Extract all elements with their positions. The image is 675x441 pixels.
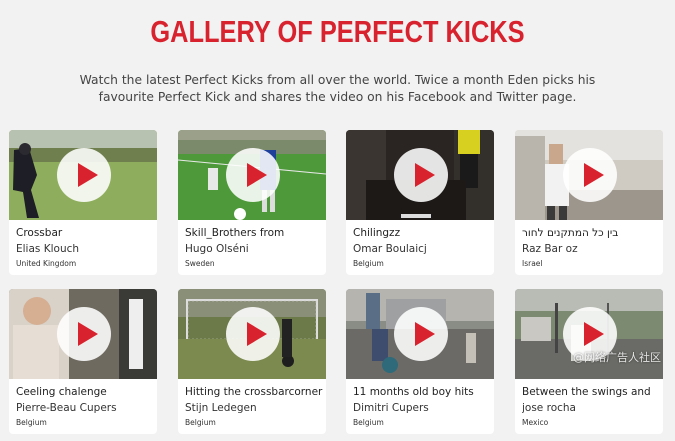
- intro-text: Watch the latest Perfect Kicks from all …: [79, 73, 596, 104]
- video-title[interactable]: Skill_Brothers from: [185, 226, 323, 240]
- play-button[interactable]: [57, 148, 111, 202]
- play-button[interactable]: [226, 307, 280, 361]
- uploader-country: United Kingdom: [16, 259, 77, 268]
- uploader-country: Belgium: [185, 418, 216, 427]
- video-thumbnail[interactable]: [178, 130, 326, 220]
- play-button[interactable]: [57, 307, 111, 361]
- uploader-name: Raz Bar oz: [522, 243, 578, 255]
- play-button[interactable]: [394, 148, 448, 202]
- video-thumbnail[interactable]: [346, 130, 494, 220]
- uploader-country: Mexico: [522, 418, 549, 427]
- play-button[interactable]: [563, 148, 617, 202]
- uploader-name: jose rocha: [522, 402, 576, 414]
- video-title[interactable]: Ceeling chalenge: [16, 385, 154, 399]
- video-card[interactable]: Crossbar Elias Klouch United Kingdom: [9, 130, 157, 275]
- video-thumbnail[interactable]: [9, 289, 157, 379]
- uploader-name: Pierre-Beau Cupers: [16, 402, 117, 414]
- uploader-country: Sweden: [185, 259, 215, 268]
- video-thumbnail[interactable]: [515, 130, 663, 220]
- video-title[interactable]: Crossbar: [16, 226, 154, 240]
- uploader-name: Elias Klouch: [16, 243, 80, 255]
- video-card[interactable]: Ceeling chalenge Pierre-Beau Cupers Belg…: [9, 289, 157, 434]
- video-card[interactable]: Skill_Brothers from Hugo Olséni Sweden: [178, 130, 326, 275]
- video-card[interactable]: 11 months old boy hits Dimitri Cupers Be…: [346, 289, 494, 434]
- video-card[interactable]: Chilingzz Omar Boulaicj Belgium: [346, 130, 494, 275]
- uploader-name: Hugo Olséni: [185, 243, 249, 255]
- video-title[interactable]: Between the swings and: [522, 385, 660, 399]
- video-thumbnail[interactable]: [515, 289, 663, 379]
- video-thumbnail[interactable]: [346, 289, 494, 379]
- play-button[interactable]: [226, 148, 280, 202]
- video-title[interactable]: Chilingzz: [353, 226, 491, 240]
- page-title: GALLERY OF PERFECT KICKS: [150, 14, 525, 49]
- uploader-name: Omar Boulaicj: [353, 243, 427, 255]
- video-title[interactable]: בין כל המתקנים לחור: [522, 226, 660, 240]
- video-card[interactable]: בין כל המתקנים לחור Raz Bar oz Israel: [515, 130, 663, 275]
- uploader-country: Belgium: [353, 418, 384, 427]
- play-button[interactable]: [394, 307, 448, 361]
- video-title[interactable]: 11 months old boy hits: [353, 385, 491, 399]
- video-thumbnail[interactable]: [9, 130, 157, 220]
- video-card[interactable]: Hitting the crossbarcorner Stijn Ledegen…: [178, 289, 326, 434]
- uploader-country: Belgium: [353, 259, 384, 268]
- video-thumbnail[interactable]: [178, 289, 326, 379]
- uploader-country: Israel: [522, 259, 543, 268]
- uploader-country: Belgium: [16, 418, 47, 427]
- video-title[interactable]: Hitting the crossbarcorner: [185, 385, 323, 399]
- uploader-name: Dimitri Cupers: [353, 402, 429, 414]
- uploader-name: Stijn Ledegen: [185, 402, 257, 414]
- watermark-text: @网络广告人社区: [573, 351, 661, 364]
